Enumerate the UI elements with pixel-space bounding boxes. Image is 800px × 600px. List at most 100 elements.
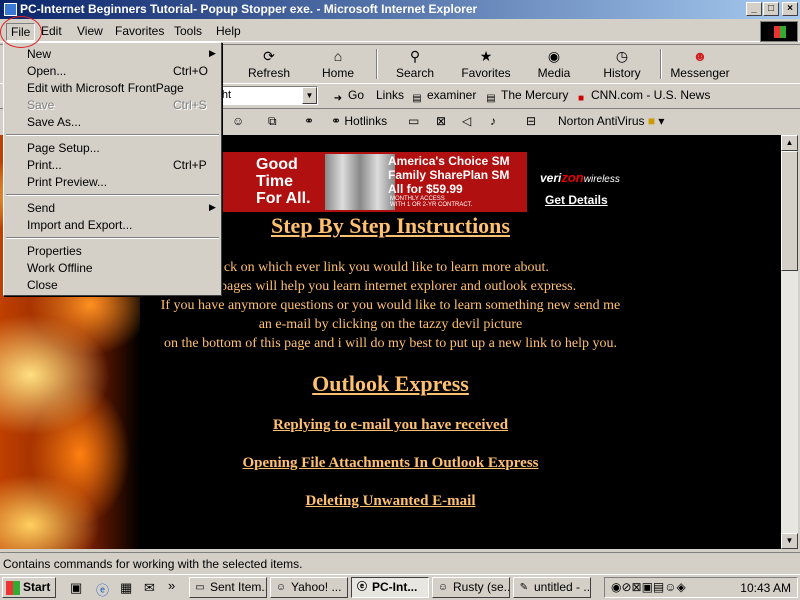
show-desktop-icon[interactable]: ▣ — [70, 580, 82, 596]
history-icon: ◷ — [615, 48, 629, 64]
menu-item-work-offline[interactable]: Work Offline — [27, 261, 93, 275]
quicklaunch-more-icon[interactable]: » — [168, 578, 175, 593]
favorites-button[interactable]: ★ Favorites — [458, 47, 514, 83]
links-label: Links — [376, 88, 405, 102]
windows-flag-icon — [6, 581, 20, 595]
task-pc-internet[interactable]: ⓔ PC-Int... — [351, 577, 429, 598]
cnn-icon: ■ — [577, 93, 585, 104]
tool-icon[interactable]: ☺ — [232, 112, 244, 130]
chat-icon: ☺ — [437, 582, 449, 593]
menu-view[interactable]: View — [73, 23, 107, 39]
menu-help[interactable]: Help — [212, 23, 245, 39]
clock: 10:43 AM — [740, 581, 791, 595]
scroll-thumb[interactable] — [781, 151, 798, 271]
messenger-button[interactable]: ☻ Messenger — [670, 47, 730, 83]
minimize-button[interactable]: _ — [746, 2, 762, 16]
intro-line-3: If you have anymore questions or you wou… — [160, 298, 621, 313]
title-bar: PC-Internet Beginners Tutorial- Popup St… — [0, 0, 800, 19]
norton-button[interactable]: Norton AntiVirus ■ ▾ — [558, 112, 664, 130]
tool-icon[interactable]: ⊟ — [526, 112, 536, 130]
verizon-ad-banner[interactable]: Good Time For All. America's Choice SM Fami… — [220, 152, 527, 212]
ie-icon: ⓔ — [357, 582, 367, 593]
menu-item-close[interactable]: Close — [27, 278, 58, 292]
favorites-label: Favorites — [461, 66, 511, 80]
link-mercury-label: The Mercury — [501, 88, 569, 102]
link-cnn[interactable]: ■ CNN.com - U.S. News — [574, 88, 710, 105]
favorites-icon: ★ — [479, 48, 493, 64]
media-button[interactable]: ◉ Media — [534, 47, 574, 83]
menu-item-print-preview[interactable]: Print Preview... — [27, 175, 107, 189]
ie-quicklaunch-icon[interactable]: ⓔ — [96, 580, 109, 599]
folder-icon[interactable]: ▭ — [408, 112, 419, 130]
vertical-scrollbar[interactable]: ▲ ▼ — [781, 135, 798, 549]
task-untitled[interactable]: ✎ untitled - ... — [513, 577, 591, 598]
menu-item-save: Save Ctrl+S — [27, 98, 207, 112]
music-icon[interactable]: ♪ — [490, 112, 496, 130]
submenu-arrow-icon: ▶ — [209, 48, 216, 58]
link-cnn-label: CNN.com - U.S. News — [591, 88, 711, 102]
history-button[interactable]: ◷ History — [600, 47, 644, 83]
tray-icons[interactable]: ◉⊘⊠▣▤☺◈ — [611, 580, 686, 594]
menu-item-import-export[interactable]: Import and Export... — [27, 218, 132, 232]
menu-item-page-setup[interactable]: Page Setup... — [27, 141, 100, 155]
link-examiner-label: examiner — [427, 88, 477, 102]
menu-item-save-as[interactable]: Save As... — [27, 115, 81, 129]
windows-logo-icon — [760, 21, 798, 42]
page-icon: ▤ — [486, 93, 496, 104]
menu-item-properties[interactable]: Properties — [27, 244, 82, 258]
outlook-express-heading: Outlook Express — [312, 371, 469, 396]
menu-tools[interactable]: Tools — [170, 23, 206, 39]
ad-price: All for $59.99 — [388, 182, 463, 196]
file-menu-dropdown: New ▶ Open... Ctrl+O Edit with Microsoft … — [3, 42, 222, 296]
menu-item-send[interactable]: Send — [27, 201, 55, 215]
refresh-label: Refresh — [247, 66, 291, 80]
close-button[interactable]: × — [782, 2, 798, 16]
menu-item-edit-frontpage[interactable]: Edit with Microsoft FrontPage — [27, 81, 184, 95]
hotlinks-label: Hotlinks — [344, 114, 388, 128]
tool-icon[interactable]: ⧉ — [268, 112, 277, 130]
ad-fine-print: MONTHLY ACCESS WITH 1 OR 2-YR CONTRACT. — [390, 196, 473, 208]
go-button[interactable]: ➜ Go — [331, 88, 364, 105]
status-bar: Contains commands for working with the s… — [0, 552, 800, 574]
scroll-down-button[interactable]: ▼ — [781, 533, 798, 549]
menu-separator — [6, 194, 219, 196]
task-rusty[interactable]: ☺ Rusty (se... — [432, 577, 510, 598]
submenu-arrow-icon: ▶ — [209, 202, 216, 212]
chain-icon[interactable]: ⚭ — [304, 112, 314, 130]
get-details-link[interactable]: Get Details — [545, 193, 608, 207]
yahoo-icon: ☺ — [275, 582, 287, 593]
link-mercury[interactable]: ▤ The Mercury — [484, 88, 568, 105]
link-examiner[interactable]: ▤ examiner — [410, 88, 476, 105]
media-label: Media — [537, 66, 571, 80]
menu-item-print[interactable]: Print... Ctrl+P — [27, 158, 207, 172]
menu-favorites[interactable]: Favorites — [111, 23, 168, 39]
messenger-label: Messenger — [670, 66, 730, 80]
go-label: Go — [348, 88, 365, 102]
menu-item-new[interactable]: New — [27, 47, 51, 61]
address-dropdown-button[interactable]: ▼ — [302, 87, 317, 104]
home-label: Home — [321, 66, 354, 80]
link-deleting[interactable]: Deleting Unwanted E-mail — [0, 493, 781, 510]
hotlinks-button[interactable]: ⚭ Hotlinks — [331, 112, 387, 130]
speaker-icon[interactable]: ◁ — [462, 112, 471, 130]
outlook-quicklaunch-icon[interactable]: ✉ — [144, 580, 155, 596]
scroll-up-button[interactable]: ▲ — [781, 135, 798, 151]
norton-icon: ■ — [647, 114, 656, 128]
link-replying[interactable]: Replying to e-mail you have received — [0, 417, 781, 434]
link-attachments[interactable]: Opening File Attachments In Outlook Expr… — [0, 455, 781, 472]
task-sent-items[interactable]: ▭ Sent Item... — [189, 577, 267, 598]
maximize-button[interactable]: □ — [763, 2, 779, 16]
red-highlight-circle — [0, 16, 42, 48]
refresh-button[interactable]: ⟳ Refresh — [244, 47, 294, 83]
ie-icon — [4, 3, 17, 16]
paint-icon: ✎ — [519, 582, 529, 593]
quicklaunch-icon[interactable]: ▦ — [120, 580, 132, 596]
verizon-logo: verizonwireless — [540, 170, 620, 185]
home-button[interactable]: ⌂ Home — [316, 47, 360, 83]
task-yahoo[interactable]: ☺ Yahoo! ... — [270, 577, 348, 598]
close-box-icon[interactable]: ⊠ — [436, 112, 446, 130]
page-icon: ▤ — [412, 93, 422, 104]
start-button[interactable]: Start — [2, 577, 56, 598]
search-button[interactable]: ⚲ Search — [393, 47, 437, 83]
menu-item-open[interactable]: Open... Ctrl+O — [27, 64, 208, 78]
